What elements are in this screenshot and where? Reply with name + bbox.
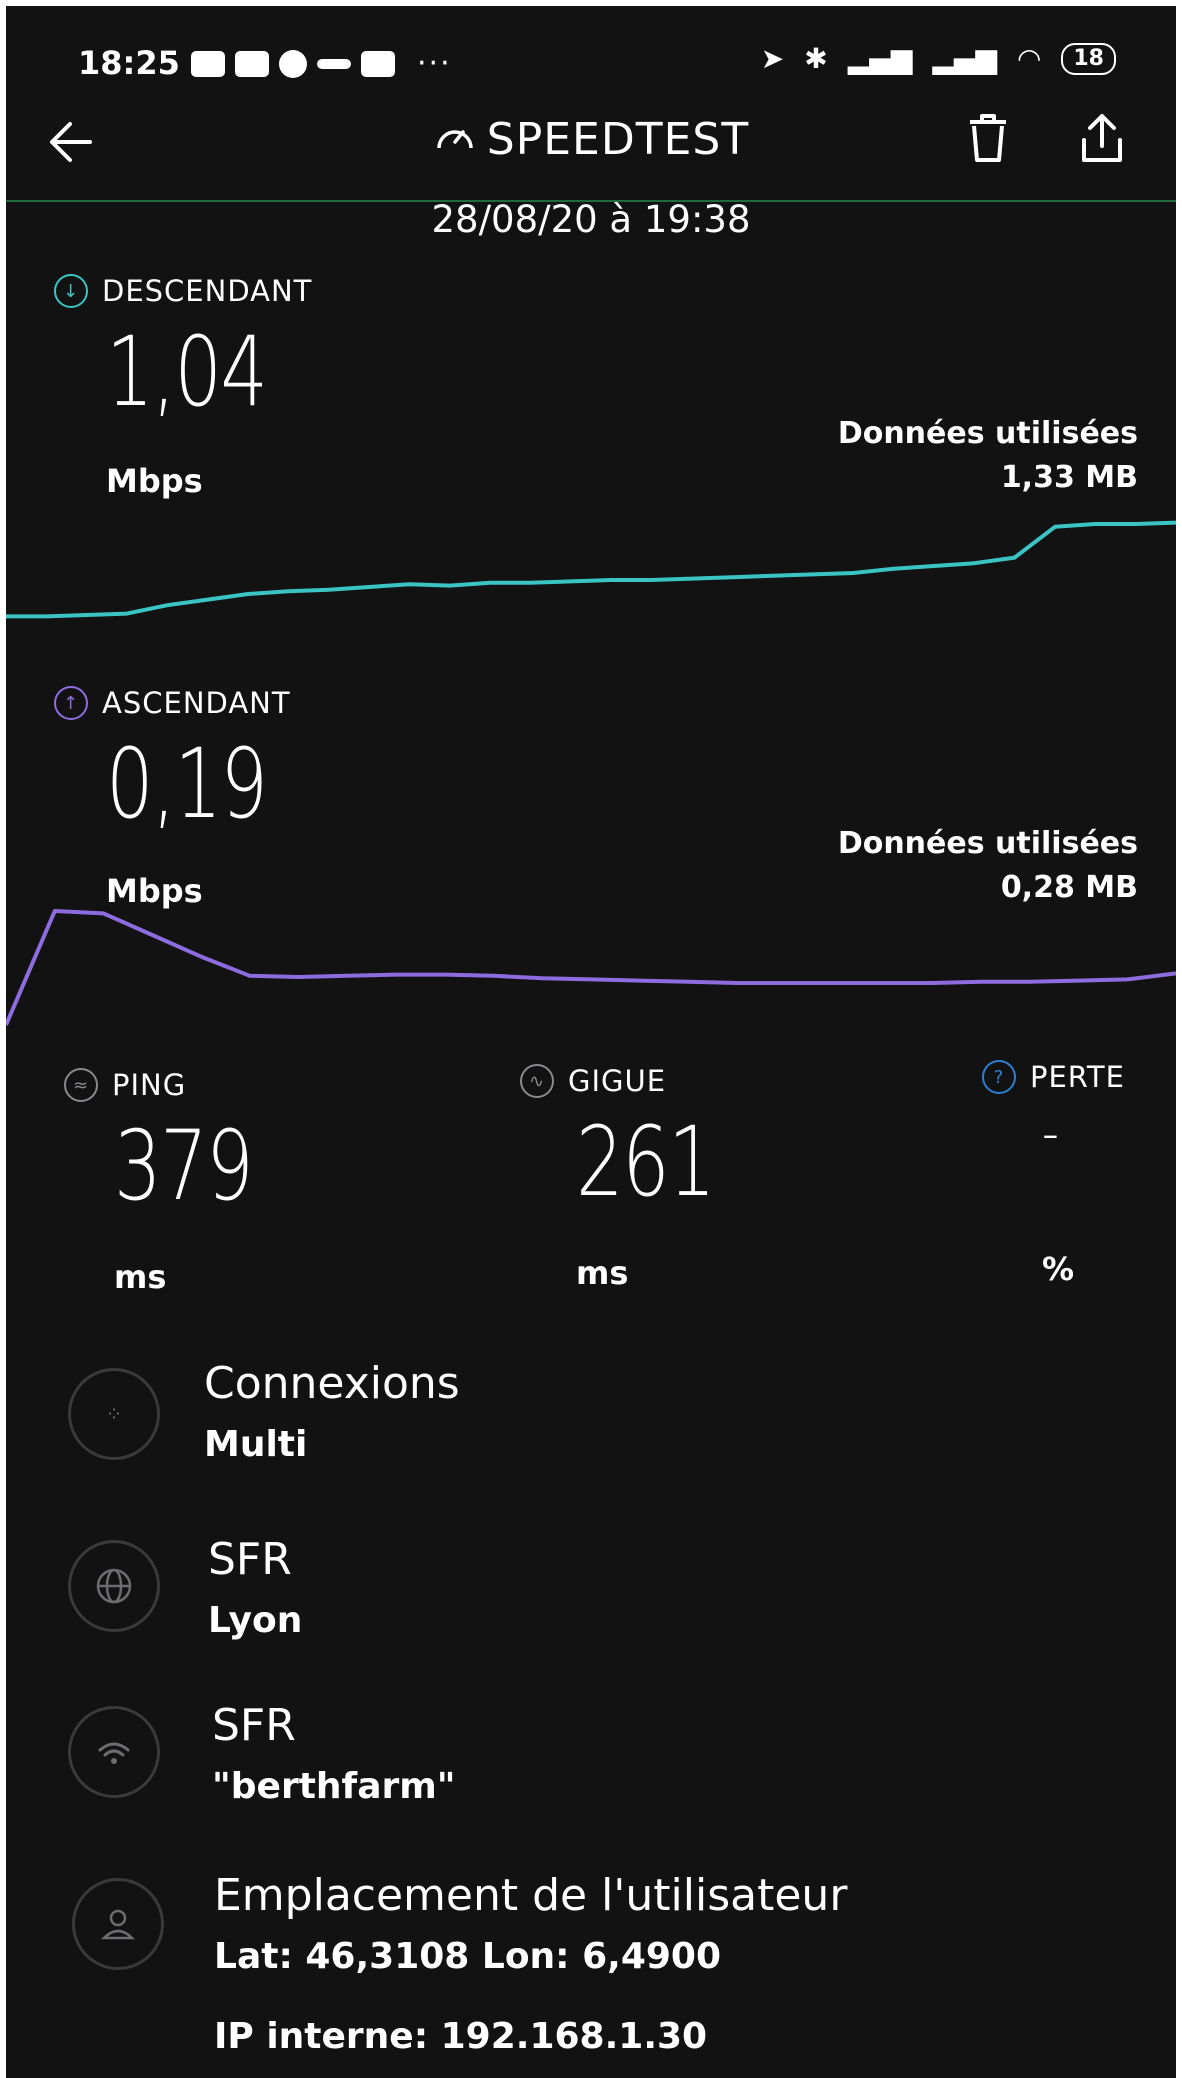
share-icon — [1082, 114, 1122, 162]
jitter-label: ∿ GIGUE — [520, 1064, 666, 1098]
signal-icon: ▂▄▆ — [847, 42, 913, 75]
delete-button[interactable] — [964, 110, 1012, 170]
jitter-icon: ∿ — [520, 1064, 554, 1098]
download-label: ↓ DESCENDANT — [54, 274, 312, 308]
network-ssid: "berthfarm" — [212, 1766, 456, 1807]
loss-label-text: PERTE — [1030, 1060, 1125, 1094]
download-speed-value: 1,04 — [106, 316, 268, 428]
loss-value: - — [1042, 1098, 1059, 1168]
globe-icon — [68, 1540, 160, 1632]
ping-unit: ms — [114, 1258, 167, 1296]
gmail-icon — [361, 50, 395, 77]
speedtest-result-screen: 18:25 ··· ➤ ✱ ▂▄▆ ▂▄▆ ◠ 18 SPEEDTEST 28/… — [6, 6, 1176, 2078]
user-coordinates: Lat: 46,3108 Lon: 6,4900 — [214, 1936, 722, 1977]
youtube-icon — [235, 50, 269, 77]
download-label-text: DESCENDANT — [102, 274, 313, 308]
upload-data-used: Données utilisées 0,28 MB — [838, 822, 1138, 910]
wifi-icon: ◠ — [1016, 42, 1042, 75]
upload-unit: Mbps — [106, 872, 203, 910]
upload-label: ↑ ASCENDANT — [54, 686, 291, 720]
ping-value: 379 — [114, 1110, 254, 1222]
download-data-used-label: Données utilisées — [837, 416, 1138, 451]
signal-icon: ▂▄▆ — [932, 42, 997, 75]
share-button[interactable] — [1076, 110, 1128, 170]
wifi-icon — [68, 1706, 160, 1798]
loss-unit: % — [1042, 1250, 1075, 1288]
notification-icons: ··· — [191, 46, 452, 81]
connections-title: Connexions — [204, 1358, 460, 1409]
upload-chart — [6, 909, 1176, 1026]
user-location-title: Emplacement de l'utilisateur — [214, 1870, 848, 1921]
ping-label-text: PING — [112, 1068, 187, 1102]
jitter-label-text: GIGUE — [568, 1064, 667, 1098]
jitter-value: 261 — [576, 1106, 716, 1218]
status-time: 18:25 — [78, 44, 180, 82]
ping-icon: ≈ — [64, 1068, 98, 1102]
trash-icon — [970, 114, 1006, 162]
location-icon: ➤ — [760, 42, 785, 75]
connections-value: Multi — [204, 1424, 308, 1465]
download-arrow-icon: ↓ — [54, 274, 88, 308]
upload-data-used-value: 0,28 MB — [1000, 870, 1138, 905]
message-icon — [191, 50, 225, 77]
speedometer-icon — [437, 130, 473, 149]
upload-data-used-label: Données utilisées — [837, 826, 1138, 861]
loss-label: ? PERTE — [982, 1060, 1125, 1094]
network-provider: SFR — [212, 1700, 296, 1751]
more-notifications-icon: ··· — [417, 46, 452, 81]
test-date: 28/08/20 à 19:38 — [431, 198, 751, 241]
ul-chart-series-line — [6, 909, 1176, 1026]
upload-label-text: ASCENDANT — [102, 686, 291, 720]
bluetooth-icon: ✱ — [804, 42, 828, 75]
internal-ip: IP interne: 192.168.1.30 — [214, 2016, 708, 2057]
jitter-unit: ms — [576, 1254, 629, 1292]
user-icon — [72, 1878, 164, 1970]
app-icon — [279, 49, 307, 78]
upload-speed-value: 0,19 — [106, 728, 268, 840]
ping-label: ≈ PING — [64, 1068, 186, 1102]
download-chart — [6, 520, 1176, 619]
connections-icon: ⁘ — [68, 1368, 160, 1460]
isp-name: SFR — [208, 1534, 292, 1585]
page-title-text: SPEEDTEST — [486, 114, 750, 165]
server-location: Lyon — [208, 1600, 303, 1641]
dl-chart-series-line — [6, 520, 1176, 619]
battery-icon: 18 — [1061, 42, 1116, 75]
status-right-icons: ➤ ✱ ▂▄▆ ▂▄▆ ◠ 18 — [761, 42, 1116, 75]
help-icon[interactable]: ? — [982, 1060, 1016, 1094]
upload-arrow-icon: ↑ — [54, 686, 88, 720]
app-icon — [317, 58, 351, 69]
